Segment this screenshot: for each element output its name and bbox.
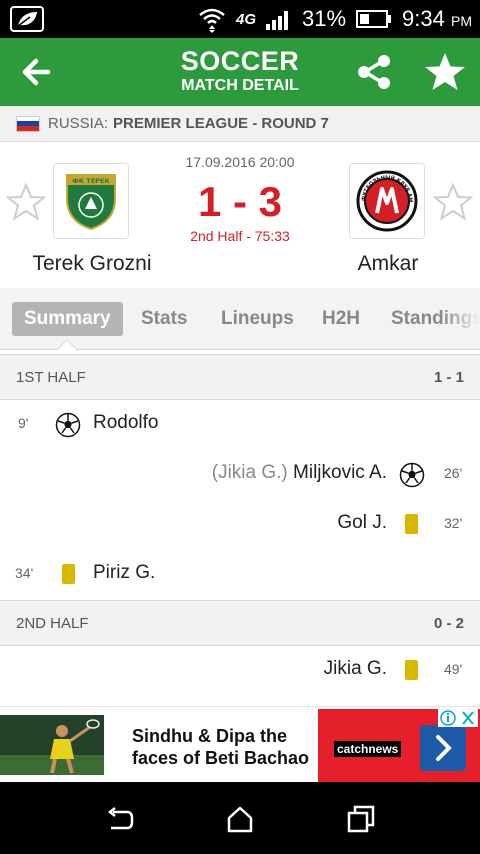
- section-label: 2ND HALF: [16, 615, 89, 632]
- favorite-star-icon[interactable]: [423, 50, 467, 94]
- event-minute: 32': [444, 515, 463, 531]
- match-header: ФК ТЕРЕК Terek Grozni 17.09.2016 20:00 1…: [0, 142, 480, 288]
- detail-tabs: Summary Stats Lineups H2H Standings: [0, 288, 480, 350]
- system-nav-bar: [0, 782, 480, 854]
- section-label: 1ST HALF: [16, 369, 86, 386]
- ad-headline-line-2: faces of Beti Bachao: [132, 748, 310, 768]
- league-competition: PREMIER LEAGUE - ROUND 7: [113, 115, 329, 132]
- ad-banner[interactable]: Sindhu & Dipa the faces of Beti Bachao c…: [0, 706, 480, 783]
- amkar-crest-icon: ФУТБОЛЬНЫЙ КЛУБ АМКАР ПЕРМЬ: [355, 169, 418, 232]
- clock-ampm: PM: [451, 13, 472, 29]
- league-bar[interactable]: RUSSIA: PREMIER LEAGUE - ROUND 7: [0, 106, 480, 142]
- soccer-ball-icon: [55, 412, 81, 438]
- home-team-name[interactable]: Terek Grozni: [2, 252, 182, 276]
- away-team-logo[interactable]: ФУТБОЛЬНЫЙ КЛУБ АМКАР ПЕРМЬ: [349, 163, 425, 239]
- event-row: 34' Piriz G.: [0, 550, 480, 600]
- event-player[interactable]: Rodolfo: [93, 412, 159, 434]
- nav-back-icon[interactable]: [105, 804, 135, 834]
- badminton-player-image: [0, 715, 104, 775]
- league-country: RUSSIA:: [48, 115, 109, 132]
- tab-summary[interactable]: Summary: [12, 302, 123, 336]
- ad-brand-logo: catchnews: [334, 741, 402, 757]
- ad-headline-line-1: Sindhu & Dipa the: [132, 726, 287, 746]
- ad-chevron-right-icon[interactable]: [420, 725, 466, 771]
- battery-icon: [356, 10, 392, 28]
- network-type: 4G: [235, 10, 256, 28]
- away-team-name[interactable]: Amkar: [298, 252, 478, 276]
- terek-crest-text: ФК ТЕРЕК: [72, 177, 110, 185]
- event-assist: (Jikia G.): [211, 462, 288, 483]
- app-leaf-icon: [10, 6, 44, 32]
- match-datetime: 17.09.2016 20:00: [185, 154, 295, 170]
- ad-image[interactable]: [0, 715, 104, 775]
- soccer-ball-icon: [399, 462, 425, 488]
- section-score: 0 - 2: [433, 615, 464, 632]
- ad-headline[interactable]: Sindhu & Dipa the faces of Beti Bachao: [132, 725, 312, 769]
- page-subtitle: MATCH DETAIL: [181, 77, 299, 94]
- battery-percent: 31%: [302, 6, 347, 31]
- tab-h2h[interactable]: H2H: [322, 302, 360, 336]
- clock: 9:34 PM: [402, 6, 472, 32]
- flag-stripe-red: [17, 125, 39, 131]
- event-minute: 34': [15, 565, 34, 581]
- signal-icon: [266, 11, 288, 30]
- event-row: 9' Rodolfo: [0, 400, 480, 450]
- section-header-first-half: 1ST HALF 1 - 1: [0, 354, 480, 400]
- yellow-card-icon: [405, 514, 418, 534]
- wifi-icon: [199, 8, 225, 33]
- event-player: Miljkovic A.: [293, 462, 387, 483]
- home-team-logo[interactable]: ФК ТЕРЕК: [53, 163, 129, 239]
- tab-stats[interactable]: Stats: [141, 302, 187, 336]
- header-titles: SOCCER MATCH DETAIL: [120, 46, 360, 96]
- back-arrow-icon[interactable]: [18, 52, 58, 92]
- away-favorite-star-icon[interactable]: [433, 182, 473, 222]
- tabs-fade-edge: [440, 288, 480, 349]
- event-minute: 9': [18, 415, 29, 431]
- tab-lineups[interactable]: Lineups: [221, 302, 294, 336]
- nav-home-icon[interactable]: [225, 804, 255, 834]
- event-minute: 49': [444, 661, 463, 677]
- app-header: SOCCER MATCH DETAIL: [0, 38, 480, 106]
- share-icon[interactable]: [354, 52, 394, 92]
- yellow-card-icon: [405, 660, 418, 680]
- event-row: Jikia G. 49': [0, 646, 480, 696]
- section-header-second-half: 2ND HALF 0 - 2: [0, 600, 480, 646]
- match-score: 1 - 3: [197, 178, 283, 225]
- event-row: Gol J. 32': [0, 500, 480, 550]
- russia-flag-icon: [16, 115, 40, 132]
- event-row: (Jikia G.) Miljkovic A. 26': [0, 450, 480, 500]
- event-player[interactable]: Piriz G.: [93, 562, 155, 584]
- terek-crest-icon: ФК ТЕРЕК: [66, 174, 116, 231]
- clock-time: 9:34: [402, 6, 445, 31]
- nav-recents-icon[interactable]: [346, 804, 376, 834]
- ad-choices-icon[interactable]: [438, 709, 478, 727]
- event-player[interactable]: Gol J.: [337, 512, 387, 534]
- status-bar: 4G 31% 9:34 PM: [0, 0, 480, 38]
- event-minute: 26': [444, 465, 463, 481]
- event-player[interactable]: Jikia G.: [324, 658, 387, 680]
- match-status: 2nd Half - 75:33: [190, 228, 290, 244]
- home-favorite-star-icon[interactable]: [6, 182, 46, 222]
- event-player-wrap[interactable]: (Jikia G.) Miljkovic A.: [212, 462, 387, 484]
- section-score: 1 - 1: [433, 369, 464, 386]
- yellow-card-icon: [62, 564, 75, 584]
- page-title: SOCCER: [180, 46, 300, 76]
